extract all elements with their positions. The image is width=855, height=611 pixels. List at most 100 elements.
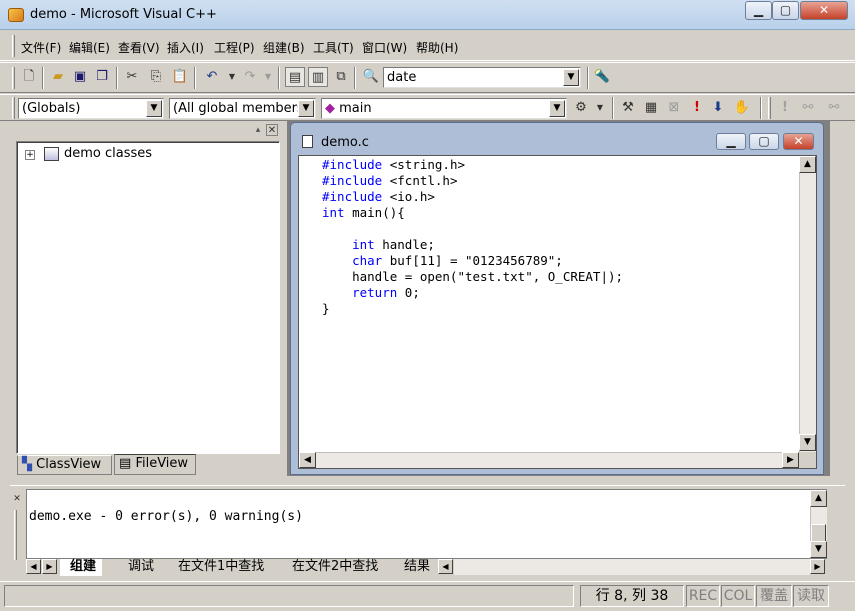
function-combo[interactable]: ◆ main ▼ (321, 98, 567, 119)
undo-icon[interactable]: ↶ (202, 67, 222, 87)
undo-dropdown-icon[interactable]: ▼ (222, 67, 242, 87)
menu-build[interactable]: 组建(B) (263, 39, 305, 56)
code-line[interactable]: handle = open("test.txt", O_CREAT|); (322, 269, 623, 285)
members-combo-arrow-icon[interactable]: ▼ (298, 100, 314, 117)
code-line[interactable]: int handle; (322, 237, 623, 253)
editor-maximize-button[interactable]: ▢ (749, 133, 779, 150)
wizardbar-grip[interactable] (12, 97, 15, 119)
build-icon[interactable]: ▦ (641, 98, 661, 118)
search-help-icon[interactable]: 🔦 (592, 67, 612, 87)
workspace-toggle-icon[interactable]: ▤ (285, 67, 305, 87)
redo-icon[interactable]: ↷ (240, 67, 260, 87)
scroll-right-icon[interactable]: ▶ (782, 452, 799, 468)
debug-execute-icon[interactable]: ! (775, 98, 795, 118)
tab-debug[interactable]: 调试 (118, 559, 158, 576)
code-editor[interactable]: #include <string.h> #include <fcntl.h> #in… (298, 155, 817, 469)
save-all-icon[interactable]: ❐ (92, 67, 112, 87)
output-scroll-thumb[interactable] (811, 524, 826, 542)
menu-bar: 文件(F) 编辑(E) 查看(V) 插入(I) 工程(P) 组建(B) 工具(T… (0, 31, 855, 61)
output-text-area[interactable]: demo.exe - 0 error(s), 0 warning(s) ▲ ▼ (26, 489, 827, 559)
copy-icon[interactable]: ⎘ (146, 67, 166, 87)
expand-icon[interactable]: + (25, 150, 35, 160)
paste-icon[interactable]: 📋 (170, 67, 190, 87)
scope-combo[interactable]: (Globals) ▼ (18, 98, 164, 119)
menu-tools[interactable]: 工具(T) (313, 39, 354, 56)
editor-minimize-button[interactable]: ▁ (716, 133, 746, 150)
editor-close-button[interactable]: ✕ (783, 133, 814, 150)
output-horizontal-scrollbar[interactable] (454, 559, 810, 575)
find-combo-arrow-icon[interactable]: ▼ (563, 69, 579, 86)
classes-folder-icon (44, 147, 59, 161)
tab-results[interactable]: 结果 (396, 559, 432, 576)
menu-window[interactable]: 窗口(W) (362, 39, 407, 56)
breakpoint-hand-icon[interactable]: ✋ (732, 98, 752, 118)
output-hscroll-left-icon[interactable]: ◀ (438, 559, 453, 574)
menu-project[interactable]: 工程(P) (214, 39, 255, 56)
debug-quickwatch-icon[interactable]: ⚯ (824, 98, 844, 118)
code-line[interactable]: #include <io.h> (322, 189, 623, 205)
code-line[interactable]: #include <fcntl.h> (322, 173, 623, 189)
find-combo[interactable]: date ▼ (383, 67, 581, 88)
document-icon (302, 135, 313, 148)
window-list-icon[interactable]: ⧉ (331, 67, 351, 87)
debugbar-grip[interactable] (768, 97, 771, 119)
menu-file[interactable]: 文件(F) (21, 39, 61, 56)
menubar-grip[interactable] (12, 35, 15, 57)
cut-icon[interactable]: ✂ (122, 67, 142, 87)
class-tree[interactable]: + demo classes (16, 141, 280, 454)
tree-root-label[interactable]: demo classes (64, 146, 152, 161)
code-line[interactable] (322, 221, 623, 237)
tab-find2[interactable]: 在文件2中查找 (284, 559, 382, 576)
close-button[interactable]: ✕ (800, 1, 848, 20)
code-line[interactable]: return 0; (322, 285, 623, 301)
pane-restore-icon[interactable]: ▴ (252, 125, 264, 136)
code-line[interactable]: char buf[11] = "0123456789"; (322, 253, 623, 269)
scroll-left-icon[interactable]: ◀ (299, 452, 316, 468)
editor-horizontal-scrollbar[interactable]: ◀ ▶ (299, 452, 799, 468)
redo-dropdown-icon[interactable]: ▼ (258, 67, 278, 87)
output-scroll-down-icon[interactable]: ▼ (810, 541, 827, 558)
editor-vertical-scrollbar[interactable]: ▲ ▼ (799, 156, 816, 452)
output-toggle-icon[interactable]: ▥ (308, 67, 328, 87)
compile-icon[interactable]: ⚒ (618, 98, 638, 118)
output-grip[interactable] (14, 510, 17, 560)
save-icon[interactable]: ▣ (70, 67, 90, 87)
minimize-button[interactable]: ▁ (745, 1, 772, 20)
wizard-action-icon[interactable]: ⚙ (571, 98, 591, 118)
new-file-icon[interactable]: 🗋 (19, 67, 39, 87)
scope-combo-arrow-icon[interactable]: ▼ (146, 100, 162, 117)
pane-close-icon[interactable]: ✕ (266, 124, 278, 136)
code-line[interactable]: } (322, 301, 623, 317)
members-combo[interactable]: (All global members ▼ (169, 98, 316, 119)
tab-classview[interactable]: ▚ ClassView (17, 455, 112, 475)
menu-insert[interactable]: 插入(I) (167, 39, 204, 56)
tabs-scroll-right-icon[interactable]: ▶ (42, 559, 57, 574)
tabs-scroll-left-icon[interactable]: ◀ (26, 559, 41, 574)
menu-edit[interactable]: 编辑(E) (69, 39, 110, 56)
toolbar-grip[interactable] (12, 67, 15, 89)
find-in-files-icon[interactable]: 🔍 (361, 67, 381, 87)
menu-help[interactable]: 帮助(H) (416, 39, 458, 56)
go-icon[interactable]: ⬇ (708, 98, 728, 118)
selection-margin[interactable] (299, 156, 313, 452)
code-line[interactable]: int main(){ (322, 205, 623, 221)
scroll-down-icon[interactable]: ▼ (799, 434, 816, 451)
debug-watch-icon[interactable]: ⚯ (798, 98, 818, 118)
output-hscroll-right-icon[interactable]: ▶ (810, 559, 825, 574)
output-scroll-up-icon[interactable]: ▲ (810, 490, 827, 507)
tab-fileview[interactable]: ▤ FileView (114, 454, 196, 475)
tab-find1[interactable]: 在文件1中查找 (170, 559, 268, 576)
output-vertical-scrollbar[interactable]: ▲ ▼ (810, 490, 827, 558)
open-folder-icon[interactable]: ▰ (48, 67, 68, 87)
execute-icon[interactable]: ! (687, 98, 707, 118)
scroll-up-icon[interactable]: ▲ (799, 156, 816, 173)
function-combo-arrow-icon[interactable]: ▼ (549, 100, 565, 117)
maximize-button[interactable]: ▢ (772, 1, 799, 20)
tab-build[interactable]: 组建 (60, 559, 103, 576)
code-line[interactable]: #include <string.h> (322, 157, 623, 173)
code-text[interactable]: #include <string.h> #include <fcntl.h> #in… (322, 157, 623, 317)
menu-view[interactable]: 查看(V) (118, 39, 160, 56)
wizard-action-dropdown-icon[interactable]: ▼ (590, 98, 610, 118)
stop-build-icon[interactable]: ⊠ (664, 98, 684, 118)
output-close-icon[interactable]: ✕ (12, 494, 22, 504)
